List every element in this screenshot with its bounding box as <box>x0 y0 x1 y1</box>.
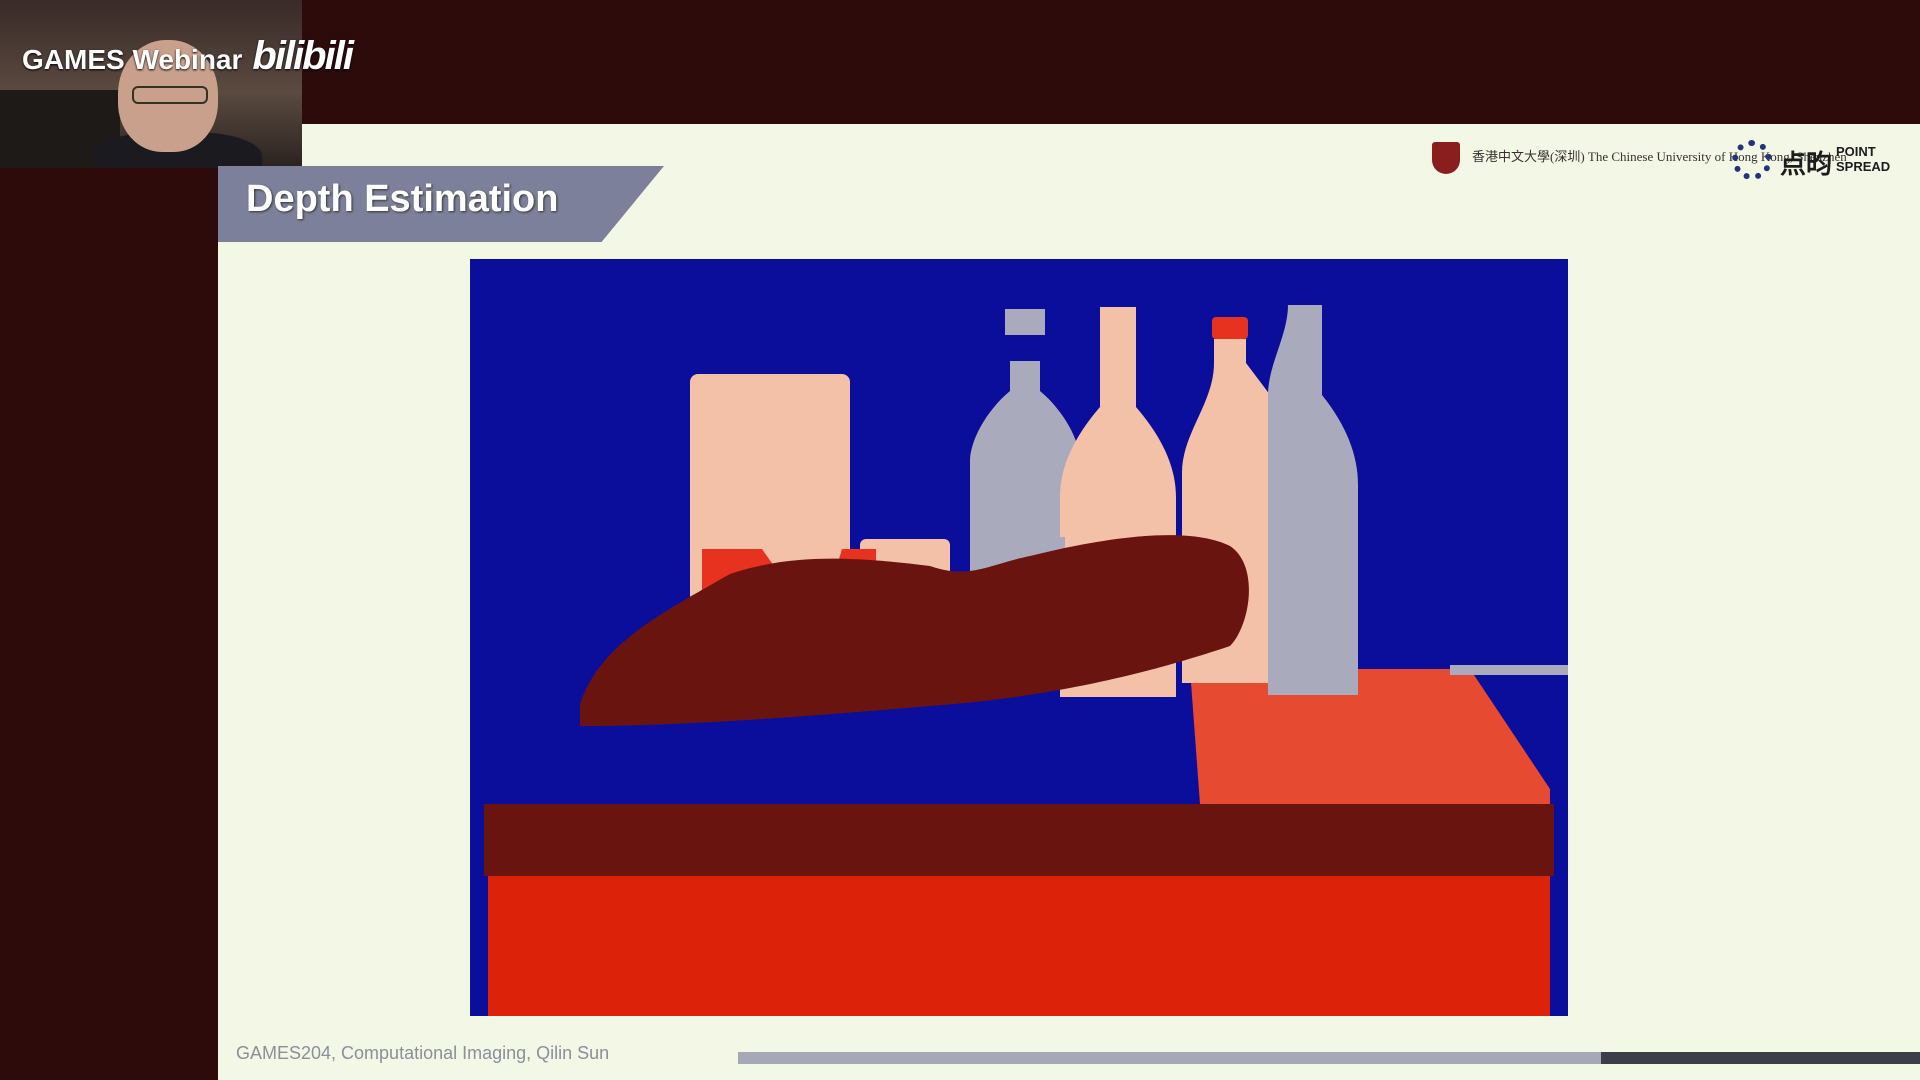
slide-footer: GAMES204, Computational Imaging, Qilin S… <box>236 1043 610 1063</box>
depth-bottle-cap-red <box>1212 317 1248 339</box>
depth-map-image <box>470 259 1568 1016</box>
pointspread-name-cn: 点昀 <box>1780 149 1833 179</box>
logo-bar: 香港中文大學(深圳) The Chinese University of Hon… <box>1432 140 1912 180</box>
depth-table-edge <box>484 804 1554 876</box>
depth-floor <box>488 859 1550 1016</box>
pointspread-logo-icon <box>1732 140 1772 180</box>
pointspread-name-en: POINT SPREAD <box>1836 144 1890 174</box>
stream-overlay: GAMES Webinar bilibili <box>22 34 354 78</box>
bilibili-logo: bilibili <box>252 34 354 78</box>
webcam-feed <box>0 0 302 168</box>
pointspread-en-line1: POINT <box>1836 144 1876 159</box>
slide-progress-bar <box>738 1052 1920 1064</box>
slide-progress-fill <box>738 1052 1601 1064</box>
webcam-person-glasses <box>132 86 208 104</box>
pointspread-en-line2: SPREAD <box>1836 159 1891 174</box>
slide-title: Depth Estimation <box>246 178 559 220</box>
depth-shelf-line <box>1450 665 1568 675</box>
stream-label: GAMES Webinar <box>22 44 243 75</box>
cuhk-crest-icon <box>1432 142 1460 174</box>
